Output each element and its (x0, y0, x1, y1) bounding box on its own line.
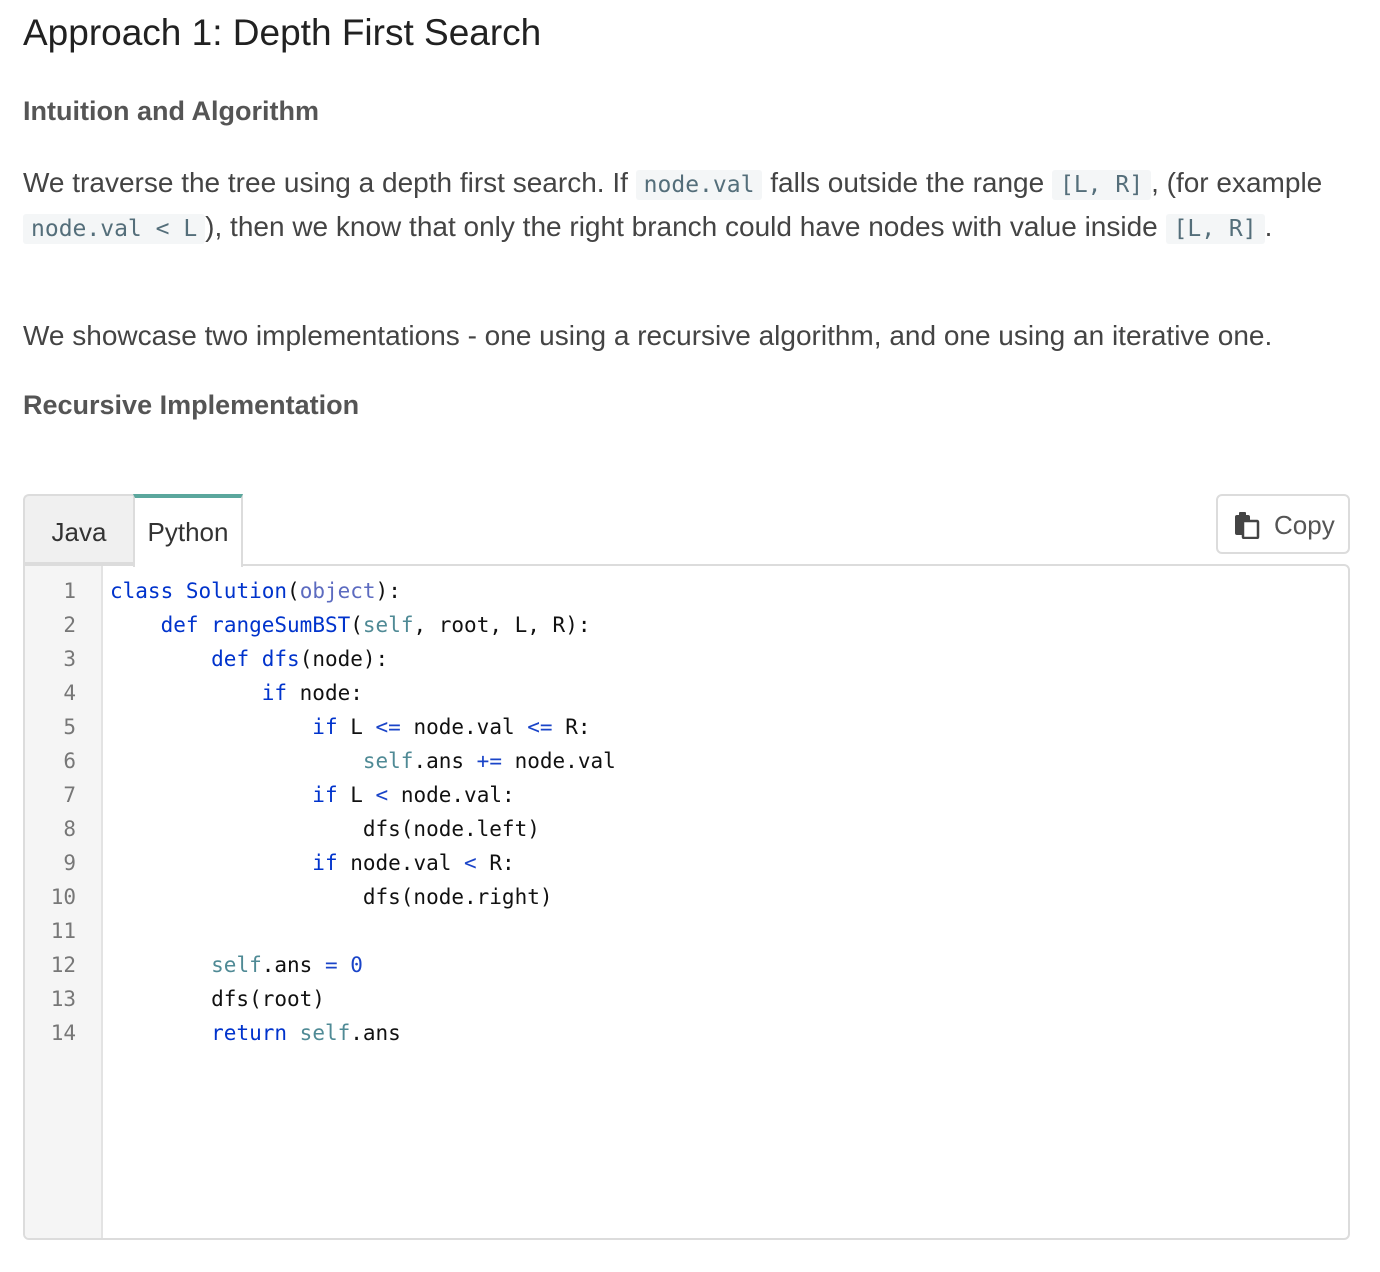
section-heading-intuition: Intuition and Algorithm (23, 96, 319, 126)
para1-text-1: We traverse the tree using a depth first… (23, 167, 636, 198)
code-text: class Solution(object): (110, 579, 401, 603)
code-text: return self.ans (211, 1021, 401, 1045)
code-text: def rangeSumBST(self, root, L, R): (160, 613, 591, 637)
section-heading-recursive: Recursive Implementation (23, 390, 360, 420)
code-line: 10 dfs(node.right) (25, 880, 1348, 914)
line-number: 12 (50, 953, 76, 977)
inline-code-node-val: node.val (635, 170, 763, 200)
line-number: 4 (63, 681, 76, 705)
code-line: 13 dfs(root) (25, 982, 1348, 1016)
code-line: 7 if L < node.val: (25, 778, 1348, 812)
code-editor[interactable]: 1 class Solution(object): 2 def rangeSumB… (23, 564, 1350, 1240)
code-text: dfs(node.right) (110, 885, 553, 909)
inline-code-range: [L, R] (1051, 170, 1152, 200)
code-widget: Java Python Copy 1 class Solution(object)… (23, 494, 1350, 1240)
para1-text-4: ), then we know that only the right bran… (205, 211, 1166, 242)
line-number: 8 (63, 817, 76, 841)
code-line: 1 class Solution(object): (25, 574, 1348, 608)
inline-code-range-2: [L, R] (1165, 214, 1265, 244)
para1-text-3: , (for example (1151, 167, 1323, 198)
code-line: 8 dfs(node.left) (25, 812, 1348, 846)
line-number: 9 (63, 851, 76, 875)
line-number: 10 (50, 885, 76, 909)
line-number: 3 (63, 647, 76, 671)
line-number: 2 (63, 613, 76, 637)
code-text: self.ans += node.val (362, 749, 616, 773)
code-text: def dfs(node): (211, 647, 389, 671)
line-number: 7 (63, 783, 76, 807)
clipboard-icon (1235, 512, 1260, 539)
line-number: 14 (50, 1021, 76, 1045)
line-number: 6 (63, 749, 76, 773)
language-tabs: Java Python Copy (23, 494, 1350, 567)
inline-code-node-val-lt-l: node.val < L (23, 214, 206, 244)
code-text: self.ans = 0 (211, 953, 363, 977)
line-number: 5 (63, 715, 76, 739)
code-text: dfs(node.left) (110, 817, 540, 841)
code-line: 3 def dfs(node): (25, 642, 1348, 676)
code-text: if L <= node.val <= R: (312, 715, 591, 739)
code-line: 4 if node: (25, 676, 1348, 710)
code-line: 9 if node.val < R: (25, 846, 1348, 880)
code-text: if node.val < R: (312, 851, 515, 875)
paragraph-implementations: We showcase two implementations - one us… (23, 320, 1273, 351)
tab-java[interactable]: Java (23, 494, 133, 564)
code-line: 6 self.ans += node.val (25, 744, 1348, 778)
page-title: Approach 1: Depth First Search (23, 12, 542, 53)
code-text: if node: (261, 681, 363, 705)
code-line: 14 return self.ans (25, 1016, 1348, 1050)
code-lines: 1 class Solution(object): 2 def rangeSumB… (25, 574, 1348, 1050)
para1-text-5: . (1264, 211, 1273, 242)
code-text: if L < node.val: (312, 783, 515, 807)
code-line: 2 def rangeSumBST(self, root, L, R): (25, 608, 1348, 642)
code-line: 12 self.ans = 0 (25, 948, 1348, 982)
para1-text-2: falls outside the range (762, 167, 1052, 198)
code-line: 11 (25, 914, 1348, 948)
line-number: 11 (50, 919, 76, 943)
copy-button[interactable]: Copy (1216, 494, 1350, 554)
code-line: 5 if L <= node.val <= R: (25, 710, 1348, 744)
line-number: 1 (63, 579, 76, 603)
paragraph-intuition: We traverse the tree using a depth first… (23, 162, 1353, 250)
copy-label: Copy (1274, 510, 1335, 540)
tab-python[interactable]: Python (133, 494, 243, 567)
line-number: 13 (50, 987, 76, 1011)
code-text: dfs(root) (110, 987, 325, 1011)
